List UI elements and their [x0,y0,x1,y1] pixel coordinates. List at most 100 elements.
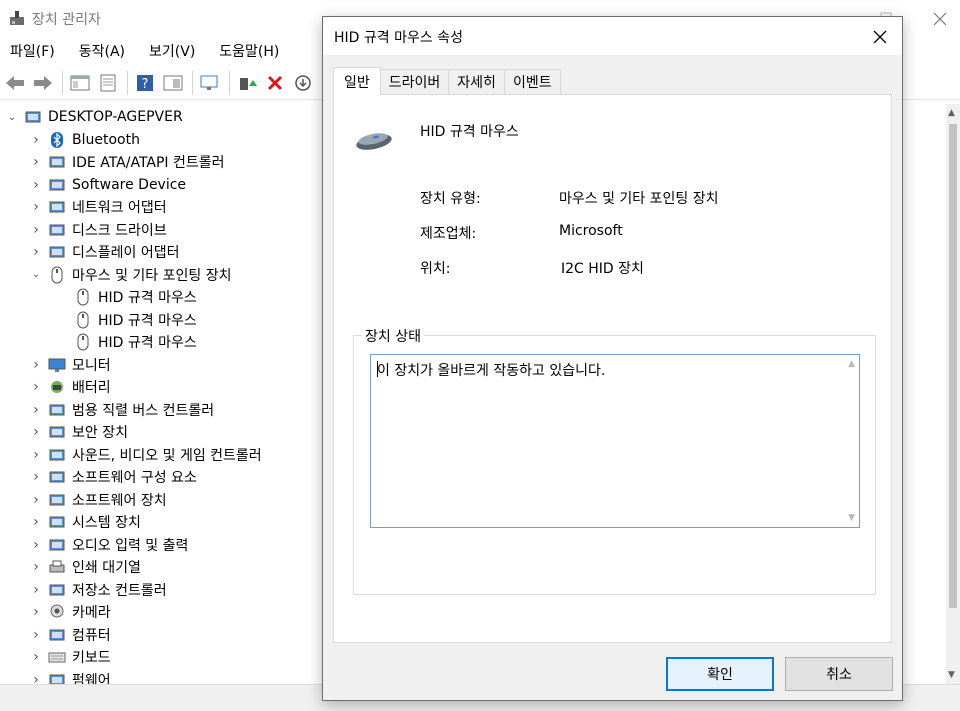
scrollbar-thumb[interactable] [949,124,957,608]
chevron-right-icon[interactable]: › [30,379,42,395]
tree-item-0[interactable]: › Bluetooth [30,129,140,151]
device-name: HID 규격 마우스 [420,124,519,140]
disk-drive-icon [48,221,66,239]
chevron-right-icon[interactable]: › [30,604,42,620]
tab-details[interactable]: 자세히 [448,69,505,94]
dialog-tabs: 일반 드라이버 자세히 이벤트 [333,67,561,95]
tree-item-root[interactable]: ⌄ DESKTOP-AGEPVER [6,106,183,128]
tree-item-label: 범용 직렬 버스 컨트롤러 [72,402,215,419]
tree-item-6-1[interactable]: HID 규격 마우스 [56,309,197,331]
cancel-button[interactable]: 취소 [785,657,893,691]
tree-item-14[interactable]: › 시스템 장치 [30,511,141,533]
properties-list-button[interactable] [95,70,121,96]
chevron-right-icon[interactable]: › [30,672,42,685]
chevron-down-icon[interactable]: ⌄ [30,269,42,281]
tree-item-label: DESKTOP-AGEPVER [48,109,183,125]
chevron-right-icon[interactable]: › [30,492,42,508]
tree-item-label: HID 규격 마우스 [98,335,197,351]
scan-monitor-icon [200,75,218,90]
tree-item-21[interactable]: › 펌웨어 [30,669,111,685]
view-button[interactable] [160,70,186,96]
scroll-up-arrow-icon[interactable]: ▲ [948,108,955,118]
forward-arrow-icon [34,75,52,90]
window-title: 장치 관리자 [32,12,101,28]
chevron-right-icon[interactable]: › [30,627,42,643]
ok-button[interactable]: 확인 [666,657,774,691]
tree-item-13[interactable]: › 소프트웨어 장치 [30,489,167,511]
tree-item-20[interactable]: › 키보드 [30,646,110,668]
tree-item-10[interactable]: › 보안 장치 [30,421,128,443]
battery-icon [48,378,66,396]
scan-hardware-button[interactable] [197,70,223,96]
network-adapter-icon [48,198,66,216]
tree-item-7[interactable]: › 모니터 [30,354,110,376]
software-device-icon [48,176,66,194]
dialog-close-button[interactable] [869,26,891,48]
chevron-down-icon[interactable]: ⌄ [6,111,18,123]
chevron-right-icon[interactable]: › [30,649,42,665]
tree-item-15[interactable]: › 오디오 입력 및 출력 [30,534,188,556]
chevron-right-icon[interactable]: › [30,357,42,373]
tree-item-18[interactable]: › 카메라 [30,601,110,623]
chevron-right-icon[interactable]: › [30,559,42,575]
tree-item-12[interactable]: › 소프트웨어 구성 요소 [30,466,197,488]
tree-item-2[interactable]: › Software Device [30,174,186,196]
monitor-icon [48,356,66,374]
tree-item-17[interactable]: › 저장소 컨트롤러 [30,579,166,601]
chevron-right-icon[interactable]: › [30,447,42,463]
chevron-right-icon[interactable]: › [30,514,42,530]
tree-scrollbar[interactable]: ▲ ▼ [946,104,960,684]
tab-general[interactable]: 일반 [333,67,381,95]
tree-item-label: 디스크 드라이브 [72,222,167,239]
display-adapter-icon [48,243,66,261]
uninstall-device-button[interactable] [262,70,288,96]
tree-item-16[interactable]: › 인쇄 대기열 [30,556,141,578]
tab-driver[interactable]: 드라이버 [379,69,450,94]
chevron-right-icon[interactable]: › [30,244,42,260]
chevron-right-icon[interactable]: › [30,402,42,418]
tree-item-6[interactable]: ⌄ 마우스 및 기타 포인팅 장치 [30,264,231,286]
tree-item-8[interactable]: › 배터리 [30,376,110,398]
update-driver-button[interactable] [234,70,260,96]
chevron-right-icon[interactable]: › [30,222,42,238]
tree-item-9[interactable]: › 범용 직렬 버스 컨트롤러 [30,399,214,421]
scroll-down-arrow-icon[interactable]: ▼ [848,513,855,523]
tree-item-3[interactable]: › 네트워크 어댑터 [30,196,166,218]
device-status-textbox[interactable]: 이 장치가 올바르게 작동하고 있습니다. ▲ ▼ [370,354,860,528]
tree-item-1[interactable]: › IDE ATA/ATAPI 컨트롤러 [30,151,224,173]
chevron-right-icon[interactable]: › [30,537,42,553]
tree-item-6-0[interactable]: HID 규격 마우스 [56,286,197,308]
scroll-up-arrow-icon[interactable]: ▲ [848,359,855,369]
chevron-right-icon[interactable]: › [30,199,42,215]
chevron-right-icon[interactable]: › [30,177,42,193]
tab-events[interactable]: 이벤트 [503,69,561,94]
device-status-group: 장치 상태 이 장치가 올바르게 작동하고 있습니다. ▲ ▼ [353,326,876,595]
forward-button[interactable] [30,70,56,96]
tree-item-5[interactable]: › 디스플레이 어댑터 [30,241,179,263]
chevron-right-icon[interactable]: › [30,132,42,148]
menu-view[interactable]: 보기(V) [147,38,197,64]
general-tab-panel: HID 규격 마우스 장치 유형: 마우스 및 기타 포인팅 장치 제조업체: … [333,94,892,643]
menu-file[interactable]: 파일(F) [8,38,57,64]
tree-item-19[interactable]: › 컴퓨터 [30,624,110,646]
update-driver-icon [240,77,257,90]
menu-action[interactable]: 동작(A) [77,38,127,64]
enable-device-button[interactable] [290,70,316,96]
chevron-right-icon[interactable]: › [30,154,42,170]
show-hide-tree-button[interactable] [67,70,93,96]
help-button[interactable]: ? [132,70,158,96]
tree-item-4[interactable]: › 디스크 드라이브 [30,219,167,241]
keyboard-icon [48,648,66,666]
chevron-right-icon[interactable]: › [30,582,42,598]
location-label: 위치: [420,261,451,277]
chevron-right-icon[interactable]: › [30,469,42,485]
scroll-down-arrow-icon[interactable]: ▼ [948,670,955,680]
back-button[interactable] [2,70,28,96]
tree-item-11[interactable]: › 사운드, 비디오 및 게임 컨트롤러 [30,444,262,466]
tree-item-label: 소프트웨어 장치 [72,492,167,509]
tree-item-6-2[interactable]: HID 규격 마우스 [56,331,197,353]
chevron-right-icon[interactable]: › [30,424,42,440]
window-close-button[interactable] [926,6,954,32]
menu-help[interactable]: 도움말(H) [217,38,281,64]
